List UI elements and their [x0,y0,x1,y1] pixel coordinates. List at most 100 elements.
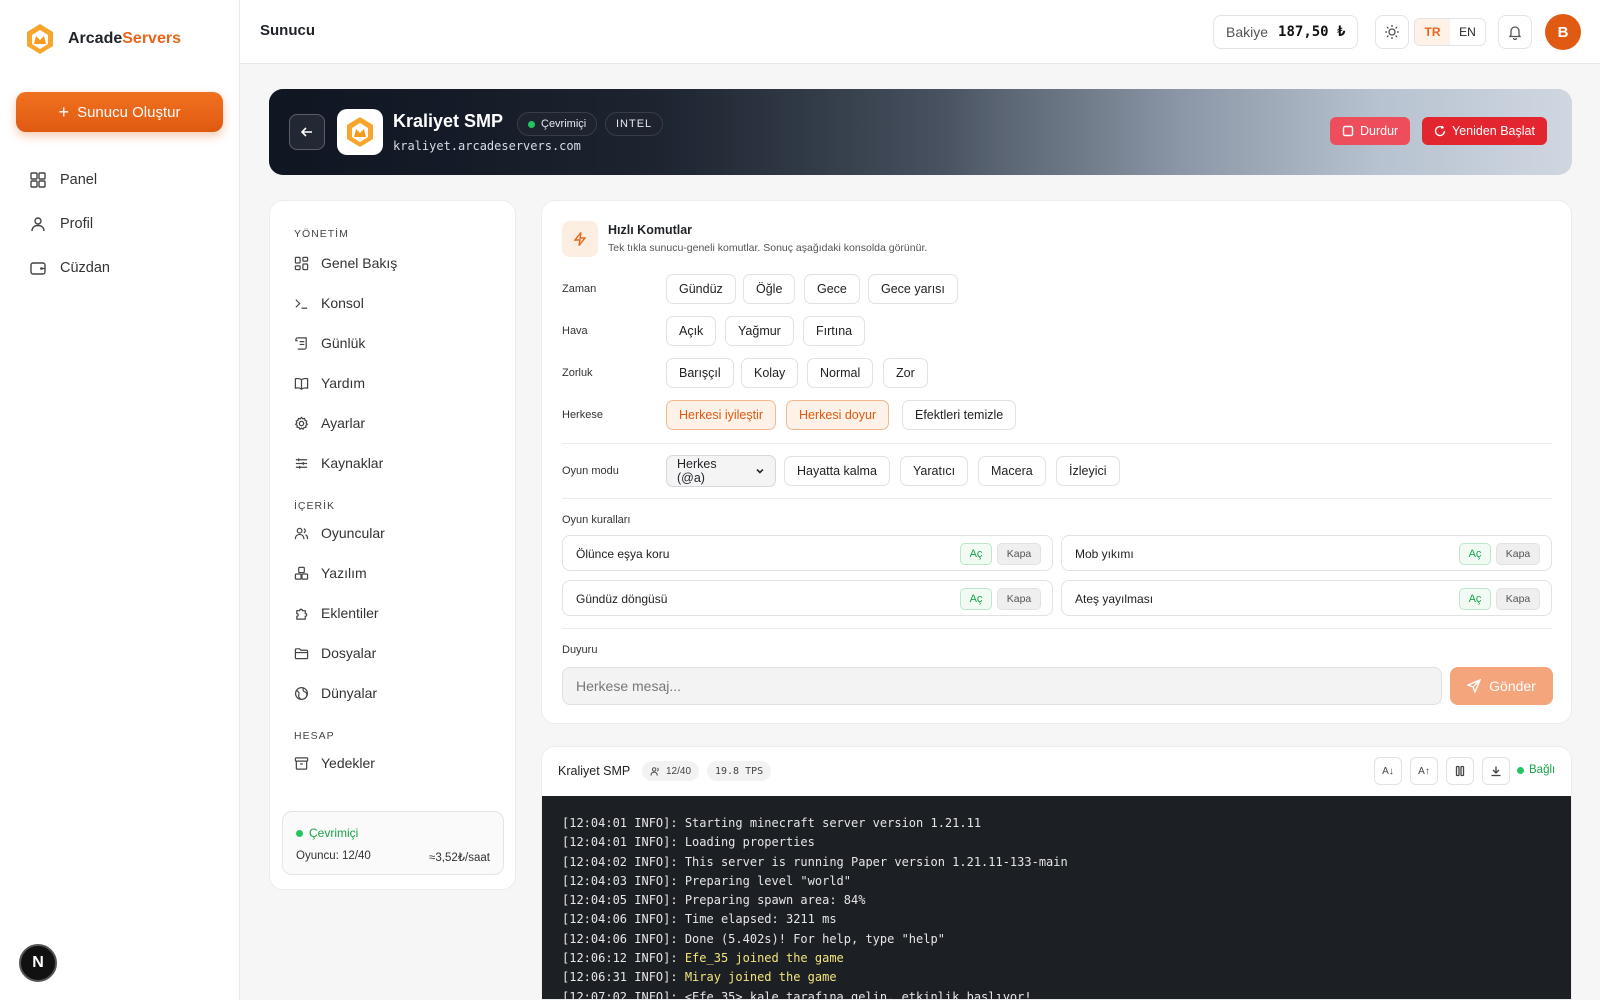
server-nav-plugins[interactable]: Eklentiler [294,605,379,621]
download-log-button[interactable] [1482,757,1510,785]
balance-widget[interactable]: Bakiye 187,50 ₺ [1213,15,1359,49]
gamerule-off-button[interactable]: Kapa [1496,543,1540,565]
server-nav-label: Kaynaklar [321,455,384,471]
gear-icon [294,415,309,430]
gamerule-off-button[interactable]: Kapa [1496,588,1540,610]
server-status-card: Çevrimiçi Oyuncu: 12/40 ≈3,52₺/saat [282,811,504,875]
font-decrease-button[interactable]: A↓ [1374,757,1402,785]
server-nav-log[interactable]: Günlük [294,335,365,351]
weather-storm-chip[interactable]: Fırtına [803,316,866,346]
gamerule-mob-griefing: Mob yıkımı Aç Kapa [1061,535,1552,571]
log-line: [12:04:01 INFO]: Starting minecraft serv… [562,814,1551,833]
time-midnight-chip[interactable]: Gece yarısı [868,274,958,304]
gamerule-label: Ateş yayılması [1075,592,1154,606]
app-nav-profile[interactable]: Profil [16,204,223,244]
app-nav-panel[interactable]: Panel [16,160,223,200]
row-label-gamemode: Oyun modu [562,465,619,477]
app-sidebar: ArcadeServers + Sunucu Oluştur Panel Pro… [0,0,240,1000]
row-label-everyone: Herkese [562,409,603,421]
gamerule-keep-inventory: Ölünce eşya koru Aç Kapa [562,535,1053,571]
stop-button[interactable]: Durdur [1330,117,1411,145]
server-nav-backups[interactable]: Yedekler [294,755,375,771]
time-day-chip[interactable]: Gündüz [666,274,736,304]
gamerule-off-button[interactable]: Kapa [997,588,1041,610]
gamerule-on-button[interactable]: Aç [1459,543,1491,565]
send-announcement-button[interactable]: Gönder [1450,667,1553,705]
weather-clear-chip[interactable]: Açık [666,316,717,346]
theme-toggle-button[interactable] [1375,15,1409,49]
back-button[interactable] [289,114,325,150]
time-night-chip[interactable]: Gece [804,274,860,304]
time-noon-chip[interactable]: Öğle [743,274,796,304]
sun-icon [1385,25,1399,39]
pause-button[interactable] [1446,757,1474,785]
status-online-label: Çevrimiçi [309,826,359,840]
log-prefix: [12:06:12 INFO]: [562,951,685,966]
gamerule-label: Ölünce eşya koru [576,547,670,561]
server-nav-software[interactable]: Yazılım [294,565,367,581]
plus-icon: + [58,102,70,122]
lang-en-button[interactable]: EN [1450,19,1485,45]
app-nav-wallet[interactable]: Cüzdan [16,248,223,288]
feed-all-chip[interactable]: Herkesi doyur [786,400,890,430]
log-prefix: [12:04:01 INFO]: [562,835,685,850]
divider [562,628,1552,629]
heal-all-chip[interactable]: Herkesi iyileştir [666,400,777,430]
announcement-input[interactable] [562,667,1442,705]
server-name: Kraliyet SMP [393,111,504,131]
server-address: kraliyet.arcadeservers.com [393,139,581,153]
server-nav-worlds[interactable]: Dünyalar [294,685,377,701]
notifications-button[interactable] [1498,15,1532,49]
gamerule-on-button[interactable]: Aç [960,543,992,565]
gamerule-on-button[interactable]: Aç [1459,588,1491,610]
log-text: Starting minecraft server version 1.21.1… [684,816,982,830]
pause-icon [1455,765,1465,777]
server-nav-label: Eklentiler [321,605,379,621]
user-avatar[interactable]: B [1545,14,1581,50]
users-icon [294,527,309,539]
server-nav-console[interactable]: Konsol [294,295,364,311]
console-players-badge: 12/40 [642,761,700,781]
user-icon [31,217,45,232]
gamemode-spectator-chip[interactable]: İzleyici [1056,456,1120,486]
gamerule-on-button[interactable]: Aç [960,588,992,610]
clear-effects-chip[interactable]: Efektleri temizle [902,400,1017,430]
gamerule-off-button[interactable]: Kapa [997,543,1041,565]
gamemode-survival-chip[interactable]: Hayatta kalma [784,456,890,486]
server-nav-players[interactable]: Oyuncular [294,525,385,541]
sliders-icon [295,457,308,469]
log-prefix: [12:04:05 INFO]: [562,893,685,908]
difficulty-peaceful-chip[interactable]: Barışçıl [666,358,734,388]
weather-rain-chip[interactable]: Yağmur [725,316,794,346]
lang-tr-button[interactable]: TR [1415,19,1450,45]
server-nav-help[interactable]: Yardım [294,375,365,391]
section-account: HESAP [294,730,335,742]
boxes-icon [294,566,309,580]
status-cost: ≈3,52₺/saat [429,852,490,864]
difficulty-hard-chip[interactable]: Zor [883,358,928,388]
server-nav-settings[interactable]: Ayarlar [294,415,365,431]
section-content: İÇERİK [294,500,336,512]
server-nav-resources[interactable]: Kaynaklar [294,455,383,471]
gamemode-target-select[interactable]: Herkes (@a) [666,455,776,487]
restart-button[interactable]: Yeniden Başlat [1422,117,1547,145]
console-output[interactable]: [12:04:01 INFO]: Starting minecraft serv… [542,796,1571,1000]
balance-label: Bakiye [1226,24,1269,40]
difficulty-easy-chip[interactable]: Kolay [741,358,799,388]
gamemode-target-value: Herkes (@a) [677,457,717,485]
send-icon [1467,679,1482,693]
gamemode-creative-chip[interactable]: Yaratıcı [900,456,969,486]
log-text: This server is running Paper version 1.2… [684,854,1068,869]
difficulty-normal-chip[interactable]: Normal [807,358,874,388]
crown-logo-icon [347,117,373,147]
console-players-count: 12/40 [666,765,692,777]
brand-logo[interactable]: ArcadeServers [24,22,181,56]
font-increase-label: A↑ [1418,765,1430,777]
dev-tools-badge[interactable]: N [19,944,57,982]
gamemode-adventure-chip[interactable]: Macera [978,456,1046,486]
server-nav-overview[interactable]: Genel Bakış [294,255,397,271]
create-server-button[interactable]: + Sunucu Oluştur [16,92,223,132]
server-nav-files[interactable]: Dosyalar [294,645,376,661]
font-increase-button[interactable]: A↑ [1410,757,1438,785]
log-prefix: [12:07:02 INFO]: [562,989,685,1000]
